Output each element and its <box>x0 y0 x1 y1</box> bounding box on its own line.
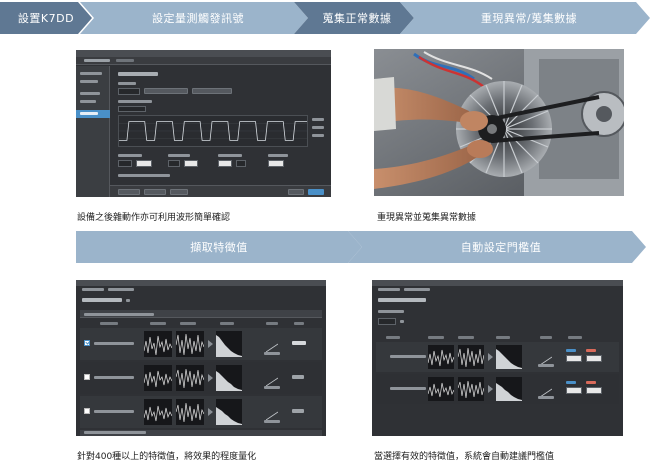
threshold-max-input[interactable] <box>586 387 602 394</box>
bottom-toolbar <box>110 185 331 197</box>
histogram-thumb <box>496 377 522 401</box>
flow-step-auto-threshold: 自動設定門檻值 <box>348 231 646 263</box>
waveform-thumb-abnormal <box>176 365 204 391</box>
feature-checkbox[interactable] <box>84 374 90 380</box>
waveform-thumb-normal <box>428 345 454 369</box>
feature-checkbox[interactable] <box>84 408 90 414</box>
flow-step-trigger: 設定量測觸發訊號 <box>80 2 308 34</box>
histogram-thumb <box>216 365 242 391</box>
sensor-dropdown[interactable] <box>378 318 396 325</box>
flow-step-trigger-label: 設定量測觸發訊號 <box>152 12 244 25</box>
ok-button[interactable] <box>288 189 304 195</box>
waveform-chart <box>118 115 308 147</box>
trend-icon <box>265 338 279 353</box>
caption-waveform: 設備之後雜動作亦可利用波形簡單確認 <box>77 213 231 223</box>
flow-step-normal-data-label: 蒐集正常數據 <box>322 12 392 25</box>
waveform-button-2[interactable] <box>192 88 232 94</box>
flow-step-reproduce-abnormal: 重現異常/蒐集數據 <box>400 2 650 34</box>
toolbar-button-1[interactable] <box>118 189 140 195</box>
feature-panel-footer <box>80 430 322 436</box>
histogram-thumb <box>496 345 522 369</box>
feature-panel-header <box>80 310 322 318</box>
middle-process-flow: 擷取特徵值 自動設定門檻值 <box>76 231 646 263</box>
param-input-2[interactable] <box>136 160 152 167</box>
flow-step-auto-threshold-label: 自動設定門檻值 <box>460 241 542 254</box>
flow-step-reproduce-abnormal-label: 重現異常/蒐集數據 <box>480 12 578 25</box>
threshold-row[interactable] <box>376 342 619 372</box>
feature-checkbox[interactable] <box>84 340 90 346</box>
param-input-7[interactable] <box>268 160 284 167</box>
waveform-button-1[interactable] <box>144 88 188 94</box>
param-input-6[interactable] <box>236 160 246 167</box>
toolbar-button-2[interactable] <box>144 189 166 195</box>
feature-row[interactable] <box>80 328 322 360</box>
top-process-flow: 設置K7DD 設定量測觸發訊號 蒐集正常數據 重現異常/蒐集數據 <box>0 2 650 34</box>
window-titlebar <box>372 280 623 286</box>
waveform-thumb-abnormal <box>458 345 484 369</box>
trend-icon <box>539 383 553 398</box>
flow-step-extract-features-label: 擷取特徵值 <box>190 241 248 254</box>
feature-extraction-screenshot <box>76 280 326 436</box>
window-menubar <box>76 57 331 65</box>
param-input-5[interactable] <box>218 160 232 167</box>
sidebar <box>76 66 110 197</box>
toolbar-button-3[interactable] <box>170 189 188 195</box>
feature-row[interactable] <box>80 396 322 428</box>
feature-row[interactable] <box>80 362 322 394</box>
param-input-4[interactable] <box>184 160 198 167</box>
technician-motor-photo <box>374 49 624 196</box>
caption-reproduce: 重現異常並蒐集異常數據 <box>377 213 477 223</box>
waveform-thumb-normal <box>144 331 172 357</box>
waveform-thumb-abnormal <box>458 377 484 401</box>
histogram-thumb <box>216 399 242 425</box>
waveform-settings-screenshot <box>76 50 331 197</box>
waveform-thumb-normal <box>428 377 454 401</box>
caption-features: 針對400種以上的特徵值，將效果的程度量化 <box>77 452 257 462</box>
trend-icon <box>539 351 553 366</box>
trend-icon <box>265 406 279 421</box>
trend-icon <box>265 372 279 387</box>
param-input-1[interactable] <box>118 160 132 167</box>
waveform-thumb-abnormal <box>176 399 204 425</box>
threshold-min-input[interactable] <box>566 355 582 362</box>
waveform-thumb-abnormal <box>176 331 204 357</box>
feature-column-headers <box>80 320 322 326</box>
threshold-min-input[interactable] <box>566 387 582 394</box>
flow-step-extract-features: 擷取特徵值 <box>76 231 362 263</box>
sensor-select[interactable] <box>118 88 140 95</box>
threshold-row[interactable] <box>376 374 619 404</box>
flow-step-normal-data: 蒐集正常數據 <box>294 2 414 34</box>
waveform-thumb-normal <box>144 399 172 425</box>
threshold-max-input[interactable] <box>586 355 602 362</box>
waveform-thumb-normal <box>144 365 172 391</box>
confirm-button[interactable] <box>308 189 324 195</box>
param-input-3[interactable] <box>168 160 180 167</box>
flow-step-install: 設置K7DD <box>0 2 92 34</box>
flow-step-install-label: 設置K7DD <box>17 12 75 25</box>
histogram-thumb <box>216 331 242 357</box>
caption-threshold: 當選擇有效的特徵值，系統會自動建議門檻值 <box>374 452 555 462</box>
threshold-setting-screenshot <box>372 280 623 436</box>
window-titlebar <box>76 280 326 286</box>
window-titlebar <box>76 50 331 57</box>
